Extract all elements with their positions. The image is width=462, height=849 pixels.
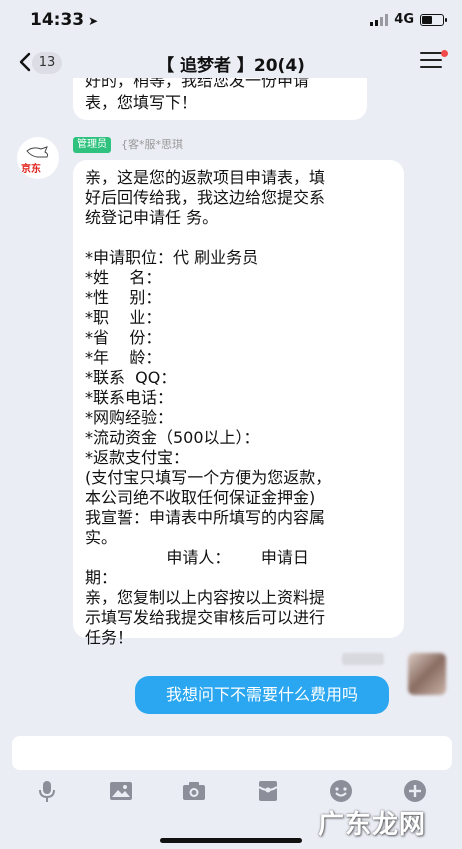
image-icon[interactable] bbox=[108, 778, 134, 804]
message-line: 申请人： 申请日 bbox=[85, 548, 309, 567]
message-line: *职 业： bbox=[85, 308, 162, 327]
message-line: 好后回传给我，我这边给您提交系 bbox=[85, 188, 326, 207]
role-badge: 管理员 bbox=[73, 137, 111, 153]
status-bar: 14:33 ➤ 4G bbox=[0, 0, 462, 42]
message-line: 期： bbox=[85, 568, 118, 587]
battery-icon bbox=[420, 13, 447, 26]
message-line: 示填写发给我提交审核后可以进行 bbox=[85, 608, 326, 627]
home-indicator[interactable] bbox=[160, 838, 302, 843]
message-line: 我宣誓：申请表中所填写的内容属 bbox=[85, 508, 326, 527]
outgoing-message-bubble[interactable]: 我想问下不需要什么费用吗 bbox=[135, 676, 389, 714]
incoming-message-bubble[interactable]: 好的，稍等，我给您发一份申请 表，您填写下！ bbox=[73, 78, 367, 120]
message-line: *联系电话： bbox=[85, 388, 174, 407]
message-line: 亲，您复制以上内容按以上资料提 bbox=[85, 588, 326, 607]
message-line: 本公司绝不收取任何保证金押金) bbox=[85, 488, 316, 507]
message-line: 实。 bbox=[85, 528, 118, 547]
plus-icon[interactable] bbox=[402, 778, 428, 804]
message-line: *申请职位：代 刷业务员 bbox=[85, 248, 259, 267]
status-time: 14:33 ➤ bbox=[30, 10, 99, 30]
camera-icon[interactable] bbox=[181, 778, 207, 804]
message-line: *网购经验： bbox=[85, 408, 174, 427]
site-watermark: 广东龙网 bbox=[317, 810, 426, 840]
network-label: 4G bbox=[394, 12, 414, 27]
emoji-icon[interactable] bbox=[328, 778, 354, 804]
menu-icon[interactable] bbox=[420, 52, 442, 72]
status-indicators: 4G bbox=[370, 12, 447, 27]
message-line: *流动资金（500以上）： bbox=[85, 428, 260, 447]
message-input[interactable] bbox=[12, 736, 452, 770]
message-line: *姓 名： bbox=[85, 268, 162, 287]
message-line: *性 别： bbox=[85, 288, 162, 307]
sender-avatar[interactable]: 京东 bbox=[17, 137, 59, 179]
location-arrow-icon: ➤ bbox=[88, 14, 99, 28]
avatar-brand-text: 京东 bbox=[21, 164, 41, 175]
message-line: *年 龄： bbox=[85, 348, 162, 367]
my-avatar[interactable] bbox=[408, 653, 446, 695]
message-line: *省 份： bbox=[85, 328, 162, 347]
notification-dot bbox=[441, 50, 448, 57]
message-line: 好的，稍等，我给您发一份申请 bbox=[85, 78, 310, 90]
message-line: *返款支付宝： bbox=[85, 448, 190, 467]
blurred-sender-name bbox=[342, 653, 384, 665]
sender-name: {客*服*思琪 bbox=[121, 138, 183, 151]
incoming-message-bubble[interactable]: 亲，这是您的返款项目申请表，填 好后回传给我，我这边给您提交系 统登记申请任 务… bbox=[73, 160, 404, 647]
message-line: 亲，这是您的返款项目申请表，填 bbox=[85, 168, 326, 187]
message-line: 统登记申请任 务。 bbox=[85, 208, 219, 227]
red-packet-icon[interactable] bbox=[255, 778, 281, 804]
message-line: 任务！ bbox=[85, 628, 134, 647]
message-line: (支付宝只填写一个方便为您返款， bbox=[85, 468, 332, 487]
chat-title: 【 追梦者 】20(4) bbox=[157, 56, 305, 76]
message-line: *联系 QQ： bbox=[85, 368, 177, 387]
mic-icon[interactable] bbox=[34, 778, 60, 804]
message-line: 表，您填写下！ bbox=[85, 93, 198, 112]
signal-icon bbox=[370, 13, 389, 26]
